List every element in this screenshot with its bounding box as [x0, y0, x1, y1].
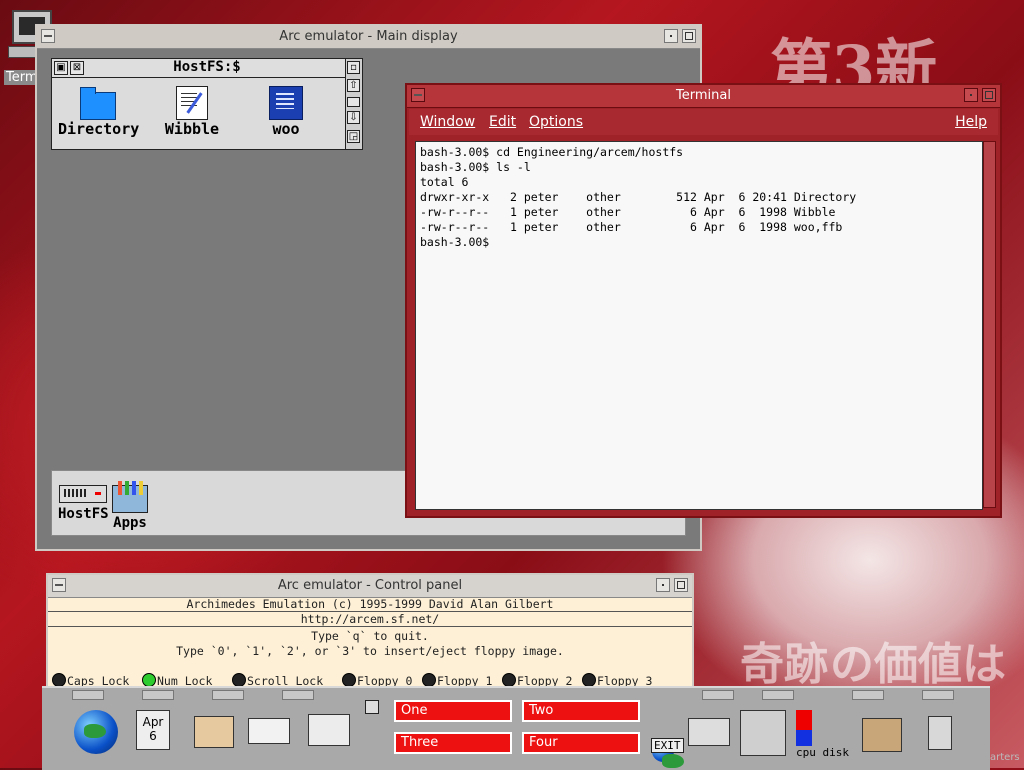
subpanel-arrow-icon[interactable] — [72, 690, 104, 700]
terminal-scrollbar[interactable] — [983, 141, 996, 508]
terminal-line: -rw-r--r-- 1 peter other 6 Apr 6 1998 wo… — [420, 220, 843, 234]
basic-file-icon — [269, 86, 303, 120]
trash-icon[interactable] — [928, 716, 952, 750]
menu-edit[interactable]: Edit — [489, 114, 516, 130]
minimize-button[interactable] — [656, 578, 670, 592]
subpanel-arrow-icon[interactable] — [702, 690, 734, 700]
quit-instruction: Type `q` to quit. — [311, 629, 429, 643]
calendar-day: 6 — [149, 729, 157, 743]
subpanel-arrow-icon[interactable] — [762, 690, 794, 700]
workspace-three[interactable]: Three — [394, 732, 512, 754]
workspace-one[interactable]: One — [394, 700, 512, 722]
filer-item-directory[interactable]: Directory — [58, 86, 139, 138]
corner-text: arters — [990, 752, 1020, 763]
scroll-down-icon[interactable]: ⇩ — [347, 111, 360, 124]
terminal-line: bash-3.00$ cd Engineering/arcem/hostfs — [420, 145, 684, 159]
led-icon — [52, 673, 66, 687]
mail-icon[interactable] — [308, 714, 350, 746]
text-file-icon — [176, 86, 208, 120]
filer-close-icon[interactable]: ⊠ — [70, 61, 84, 75]
workspace-two[interactable]: Two — [522, 700, 640, 722]
menu-window[interactable]: Window — [420, 114, 475, 130]
control-panel-title: Arc emulator - Control panel — [277, 578, 463, 593]
subpanel-arrow-icon[interactable] — [852, 690, 884, 700]
disk-meter — [815, 710, 831, 746]
lock-icon[interactable] — [365, 700, 379, 714]
led-icon — [142, 673, 156, 687]
led-icon — [422, 673, 436, 687]
terminal-line: -rw-r--r-- 1 peter other 6 Apr 6 1998 Wi… — [420, 205, 836, 219]
copyright-text: Archimedes Emulation (c) 1995-1999 David… — [186, 597, 554, 611]
led-icon — [342, 673, 356, 687]
minimize-button[interactable] — [664, 29, 678, 43]
exit-button[interactable]: EXIT — [651, 738, 684, 753]
wallpaper-kanji-mid: 奇跡 — [740, 639, 828, 690]
file-manager-icon[interactable] — [194, 716, 234, 748]
filer-back-icon[interactable]: ▣ — [54, 61, 68, 75]
style-manager-icon[interactable] — [740, 710, 786, 756]
led-icon — [582, 673, 596, 687]
workspace-four[interactable]: Four — [522, 732, 640, 754]
subpanel-arrow-icon[interactable] — [142, 690, 174, 700]
filer-item-woo[interactable]: woo — [246, 86, 326, 138]
terminal-menubar: Window Edit Options Help — [409, 109, 998, 135]
hostfs-filer-window[interactable]: HostFS:$ ▣ ⊠ Directory Wibble woo ▫ ⇧ ⇩ … — [51, 58, 363, 150]
floppy-instruction: Type `0', `1', `2', or `3' to insert/eje… — [176, 644, 564, 658]
apps-folder-icon — [112, 481, 148, 513]
printer-icon[interactable] — [688, 718, 730, 746]
maximize-button[interactable] — [682, 29, 696, 43]
terminal-titlebar[interactable]: Terminal — [407, 85, 1000, 108]
scroll-thumb[interactable] — [347, 97, 360, 107]
control-panel-titlebar[interactable]: Arc emulator - Control panel — [48, 575, 692, 598]
url-text: http://arcem.sf.net/ — [300, 612, 440, 626]
toggle-size-icon[interactable]: ▫ — [347, 61, 360, 74]
minimize-button[interactable] — [964, 88, 978, 102]
main-window-title: Arc emulator - Main display — [279, 29, 458, 44]
filer-item-wibble[interactable]: Wibble — [152, 86, 232, 138]
resize-icon[interactable]: ◲ — [347, 130, 360, 143]
subpanel-arrow-icon[interactable] — [922, 690, 954, 700]
scroll-up-icon[interactable]: ⇧ — [347, 79, 360, 92]
subpanel-arrow-icon[interactable] — [282, 690, 314, 700]
subpanel-arrow-icon[interactable] — [212, 690, 244, 700]
iconbar-hostfs[interactable]: HostFS — [58, 479, 109, 522]
filer-scrollbar[interactable]: ▫ ⇧ ⇩ ◲ — [345, 59, 362, 149]
globe-icon[interactable] — [74, 710, 118, 754]
terminal-line: total 6 — [420, 175, 469, 189]
terminal-screen[interactable]: bash-3.00$ cd Engineering/arcem/hostfs b… — [415, 141, 983, 510]
terminal-line: drwxr-xr-x 2 peter other 512 Apr 6 20:41… — [420, 190, 857, 204]
terminal-title: Terminal — [676, 88, 731, 103]
folder-icon — [80, 87, 116, 120]
led-icon — [232, 673, 246, 687]
maximize-button[interactable] — [674, 578, 688, 592]
front-panel: Apr 6 One Two Three Four EXIT cpu disk — [42, 686, 990, 770]
wallpaper-kanji-bottom: の価値は — [830, 639, 1006, 690]
iconbar-apps[interactable]: Apps — [112, 481, 148, 531]
terminal-line: bash-3.00$ — [420, 235, 490, 249]
maximize-button[interactable] — [982, 88, 996, 102]
control-panel-window[interactable]: Arc emulator - Control panel Archimedes … — [46, 573, 694, 697]
menu-options[interactable]: Options — [529, 114, 583, 130]
cpu-meter — [796, 710, 812, 746]
filer-content: Directory Wibble woo — [52, 78, 346, 149]
cpu-disk-label: cpu disk — [796, 746, 849, 759]
terminal-window[interactable]: Terminal Window Edit Options Help bash-3… — [405, 83, 1002, 518]
hard-drive-icon — [59, 485, 108, 503]
filer-title: HostFS:$ — [52, 59, 362, 78]
calendar-month: Apr — [142, 715, 164, 729]
led-icon — [502, 673, 516, 687]
calendar-icon[interactable]: Apr 6 — [136, 710, 170, 750]
text-editor-icon[interactable] — [248, 718, 290, 744]
terminal-line: bash-3.00$ ls -l — [420, 160, 531, 174]
main-titlebar[interactable]: Arc emulator - Main display — [37, 26, 700, 49]
help-books-icon[interactable] — [862, 718, 902, 752]
menu-help[interactable]: Help — [955, 114, 987, 130]
